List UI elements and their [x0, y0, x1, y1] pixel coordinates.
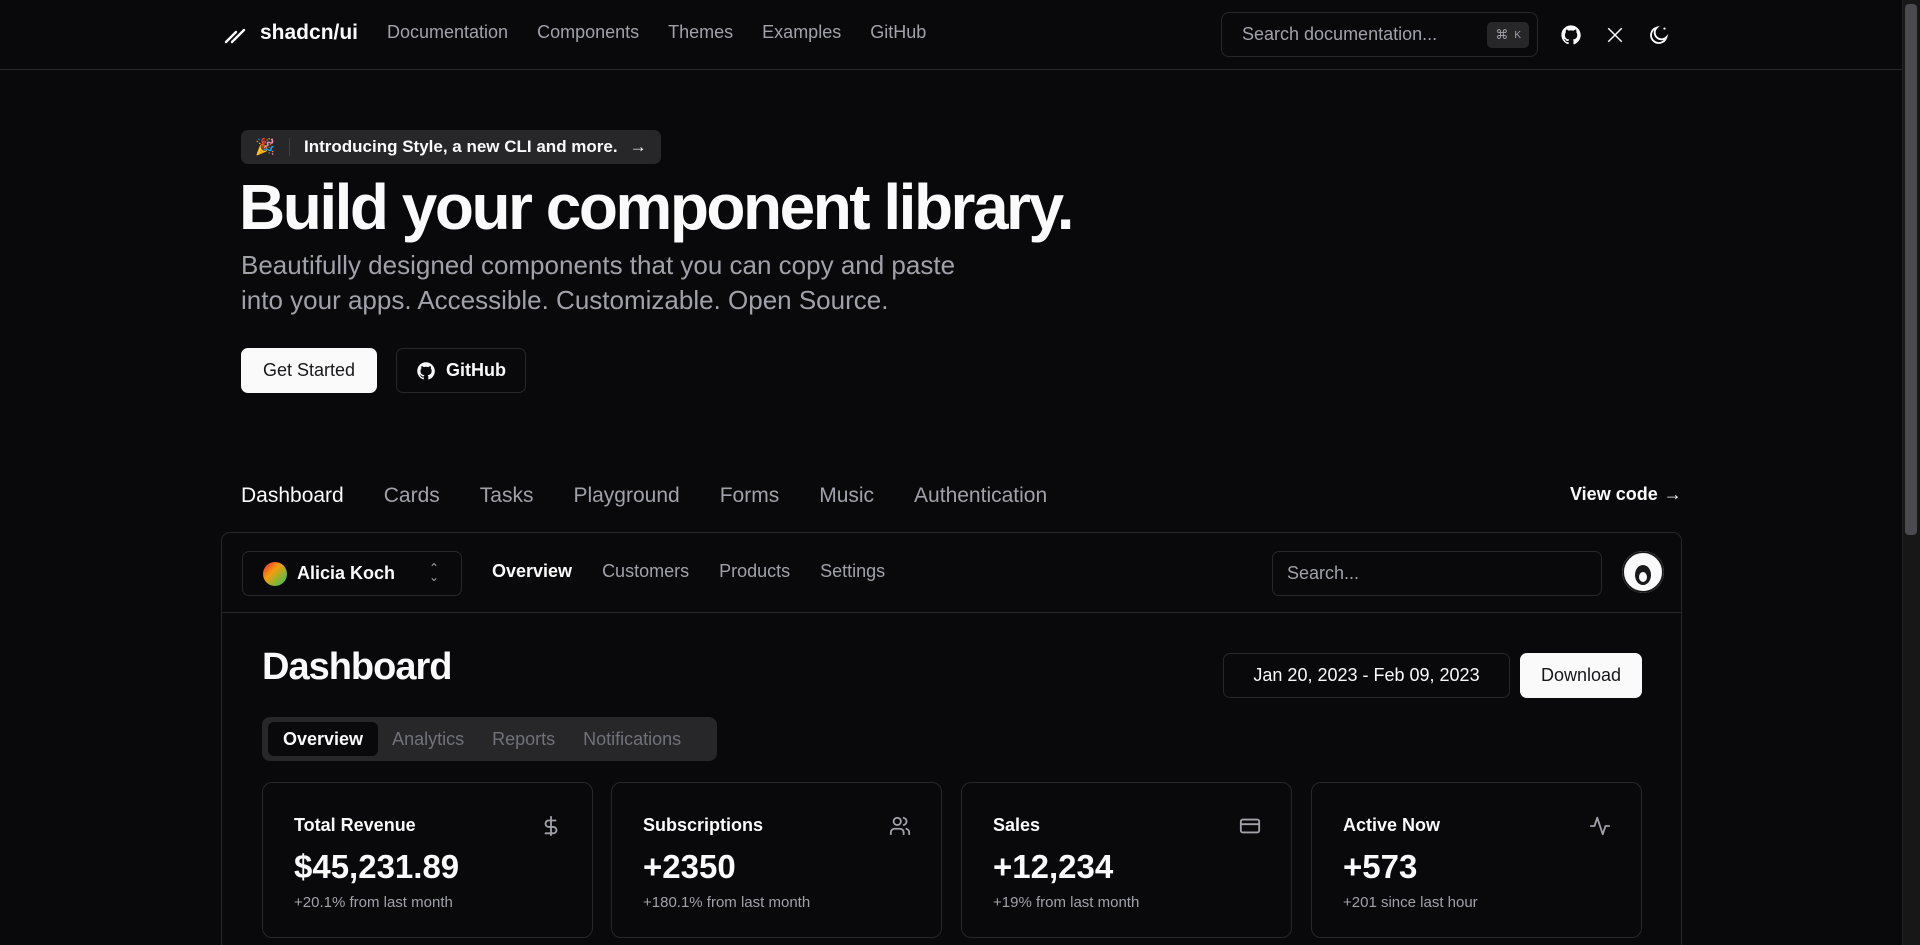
- logo-link[interactable]: shadcn/ui: [222, 20, 358, 46]
- theme-toggle-button[interactable]: [1644, 20, 1674, 50]
- preview-search-input[interactable]: Search...: [1272, 551, 1602, 596]
- tab-tasks[interactable]: Tasks: [480, 484, 534, 508]
- page: shadcn/ui Documentation Components Theme…: [0, 0, 1920, 945]
- team-name: Alicia Koch: [297, 563, 396, 583]
- preview-nav-customers[interactable]: Customers: [602, 561, 689, 582]
- card-value: +573: [1343, 848, 1418, 885]
- arrow-right-icon: →: [629, 137, 647, 156]
- card-subtext: +19% from last month: [993, 894, 1140, 911]
- main-nav: Documentation Components Themes Examples…: [387, 22, 926, 43]
- search-shortcut: ⌘ K: [1487, 22, 1529, 48]
- example-preview: Alicia Koch ⌃ ⌄ Overview Customers Produc…: [221, 532, 1682, 945]
- team-switcher[interactable]: Alicia Koch ⌃ ⌄: [242, 551, 462, 596]
- nav-examples[interactable]: Examples: [762, 22, 841, 43]
- x-link[interactable]: [1600, 20, 1630, 50]
- stat-card-total-revenue: Total Revenue $45,231.89 +20.1% from las…: [262, 782, 593, 938]
- tab-music[interactable]: Music: [819, 484, 874, 508]
- tab-notifications[interactable]: Notifications: [569, 722, 695, 756]
- nav-github[interactable]: GitHub: [870, 22, 926, 43]
- hero-title: Build your component library.: [239, 171, 1075, 243]
- card-value: +2350: [643, 848, 736, 885]
- preview-nav-settings[interactable]: Settings: [820, 561, 885, 582]
- card-subtext: +180.1% from last month: [643, 894, 811, 911]
- site-header: shadcn/ui Documentation Components Theme…: [0, 0, 1902, 70]
- dollar-icon: [544, 815, 558, 837]
- tab-authentication[interactable]: Authentication: [914, 484, 1047, 508]
- nav-components[interactable]: Components: [537, 22, 639, 43]
- logo-icon: [224, 28, 246, 44]
- card-value: $45,231.89: [294, 848, 460, 885]
- stat-card-active-now: Active Now +573 +201 since last hour: [1311, 782, 1642, 938]
- get-started-button[interactable]: Get Started: [241, 348, 377, 393]
- nav-documentation[interactable]: Documentation: [387, 22, 508, 43]
- tab-playground[interactable]: Playground: [573, 484, 679, 508]
- command-key: ⌘: [1495, 27, 1509, 42]
- announcement-text: Introducing Style, a new CLI and more.: [304, 137, 618, 156]
- team-avatar: [263, 561, 287, 586]
- view-code-link[interactable]: View code →: [1570, 484, 1682, 505]
- tab-overview[interactable]: Overview: [268, 722, 379, 756]
- party-icon: 🎉: [255, 139, 275, 156]
- card-value: +12,234: [993, 848, 1114, 885]
- card-subtext: +201 since last hour: [1343, 894, 1478, 911]
- activity-icon: [1589, 816, 1611, 836]
- theme-toggle-icon: [1650, 25, 1669, 44]
- date-range-picker[interactable]: Jan 20, 2023 - Feb 09, 2023: [1223, 653, 1510, 698]
- nav-themes[interactable]: Themes: [668, 22, 733, 43]
- docs-search-button[interactable]: Search documentation... ⌘ K: [1221, 12, 1538, 57]
- stat-card-sales: Sales +12,234 +19% from last month: [961, 782, 1292, 938]
- users-icon: [889, 816, 911, 836]
- tab-forms[interactable]: Forms: [720, 484, 780, 508]
- preview-nav: Overview Customers Products Settings: [492, 561, 885, 582]
- download-button[interactable]: Download: [1520, 653, 1642, 698]
- preview-topbar: Alicia Koch ⌃ ⌄ Overview Customers Produc…: [222, 533, 1681, 613]
- dashboard-tabs: Overview Analytics Reports Notifications: [262, 717, 717, 761]
- user-avatar[interactable]: [1622, 551, 1664, 593]
- credit-card-icon: [1239, 818, 1261, 834]
- chevrons-up-down-icon: ⌃ ⌄: [428, 561, 439, 584]
- user-avatar-image: [1622, 551, 1664, 593]
- docs-search-placeholder: Search documentation...: [1242, 24, 1438, 44]
- card-title: Active Now: [1343, 815, 1441, 835]
- hero-description: Beautifully designed components that you…: [241, 250, 956, 315]
- card-title: Subscriptions: [643, 815, 764, 835]
- card-title: Sales: [993, 815, 1041, 835]
- github-button-label: GitHub: [446, 360, 506, 380]
- tab-reports[interactable]: Reports: [478, 722, 569, 756]
- stat-card-subscriptions: Subscriptions +2350 +180.1% from last mo…: [611, 782, 942, 938]
- examples-tabs: Dashboard Cards Tasks Playground Forms M…: [241, 484, 1047, 508]
- announcement-divider: [289, 138, 290, 156]
- x-icon: [1607, 27, 1623, 43]
- announcement-link[interactable]: 🎉 Introducing Style, a new CLI and more.…: [241, 130, 661, 164]
- preview-nav-overview[interactable]: Overview: [492, 561, 572, 582]
- preview-nav-products[interactable]: Products: [719, 561, 790, 582]
- github-button[interactable]: GitHub: [396, 348, 526, 393]
- scrollbar-thumb[interactable]: [1905, 4, 1917, 535]
- preview-search-placeholder: Search...: [1287, 563, 1360, 583]
- dashboard-title: Dashboard: [262, 646, 452, 688]
- arrow-right-icon: →: [1663, 484, 1682, 504]
- tab-dashboard[interactable]: Dashboard: [241, 484, 344, 508]
- tab-cards[interactable]: Cards: [384, 484, 440, 508]
- logo-text: shadcn/ui: [260, 21, 359, 44]
- k-key: K: [1514, 29, 1521, 41]
- card-subtext: +20.1% from last month: [294, 894, 453, 911]
- github-icon: [1561, 25, 1581, 45]
- card-title: Total Revenue: [294, 815, 416, 835]
- github-icon: [417, 361, 435, 380]
- view-code-label: View code: [1570, 484, 1658, 504]
- github-link[interactable]: [1556, 20, 1586, 50]
- tab-analytics[interactable]: Analytics: [378, 722, 478, 756]
